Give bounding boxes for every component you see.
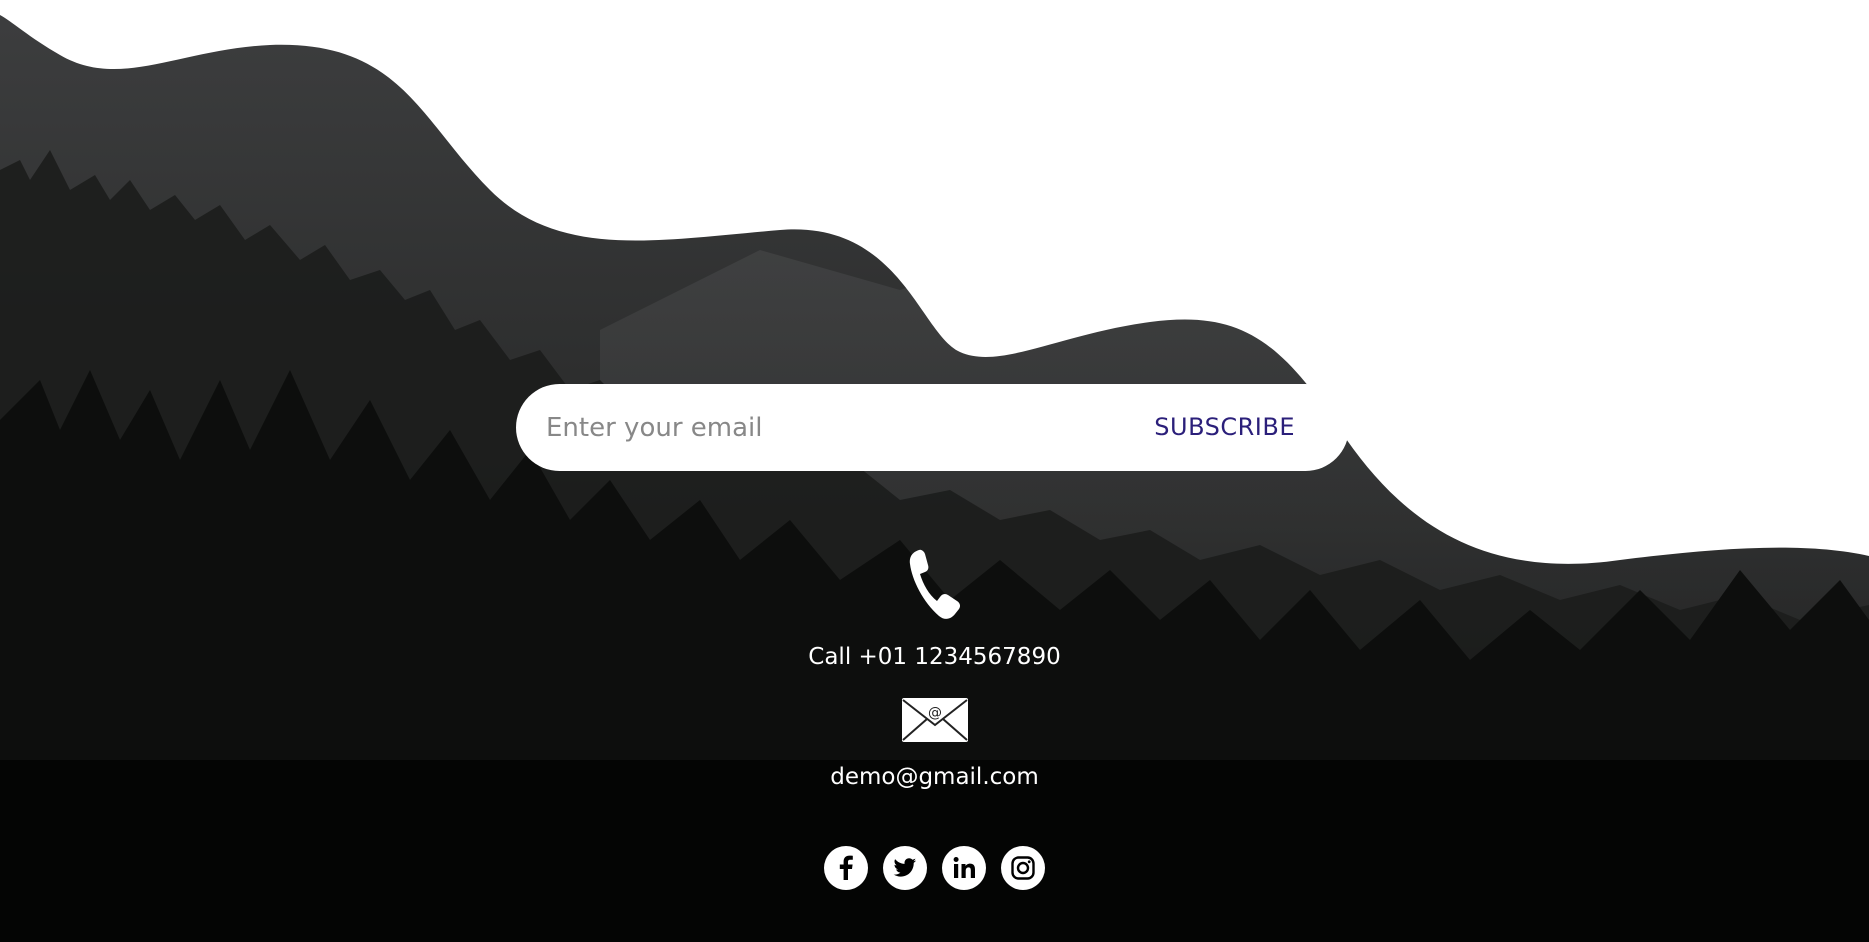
- social-links: [0, 846, 1869, 890]
- subscribe-button[interactable]: SUBSCRIBE: [1154, 402, 1295, 452]
- subscribe-form: SUBSCRIBE: [516, 384, 1349, 471]
- envelope-icon: @: [901, 697, 969, 747]
- phone-text[interactable]: Call +01 1234567890: [0, 644, 1869, 670]
- linkedin-icon[interactable]: [942, 846, 986, 890]
- phone-icon: [905, 546, 965, 626]
- twitter-icon[interactable]: [883, 846, 927, 890]
- facebook-icon[interactable]: [824, 846, 868, 890]
- email-text[interactable]: demo@gmail.com: [0, 764, 1869, 790]
- email-input[interactable]: [516, 397, 1106, 458]
- svg-text:@: @: [928, 705, 942, 721]
- forest-background: [0, 0, 1869, 942]
- instagram-icon[interactable]: [1001, 846, 1045, 890]
